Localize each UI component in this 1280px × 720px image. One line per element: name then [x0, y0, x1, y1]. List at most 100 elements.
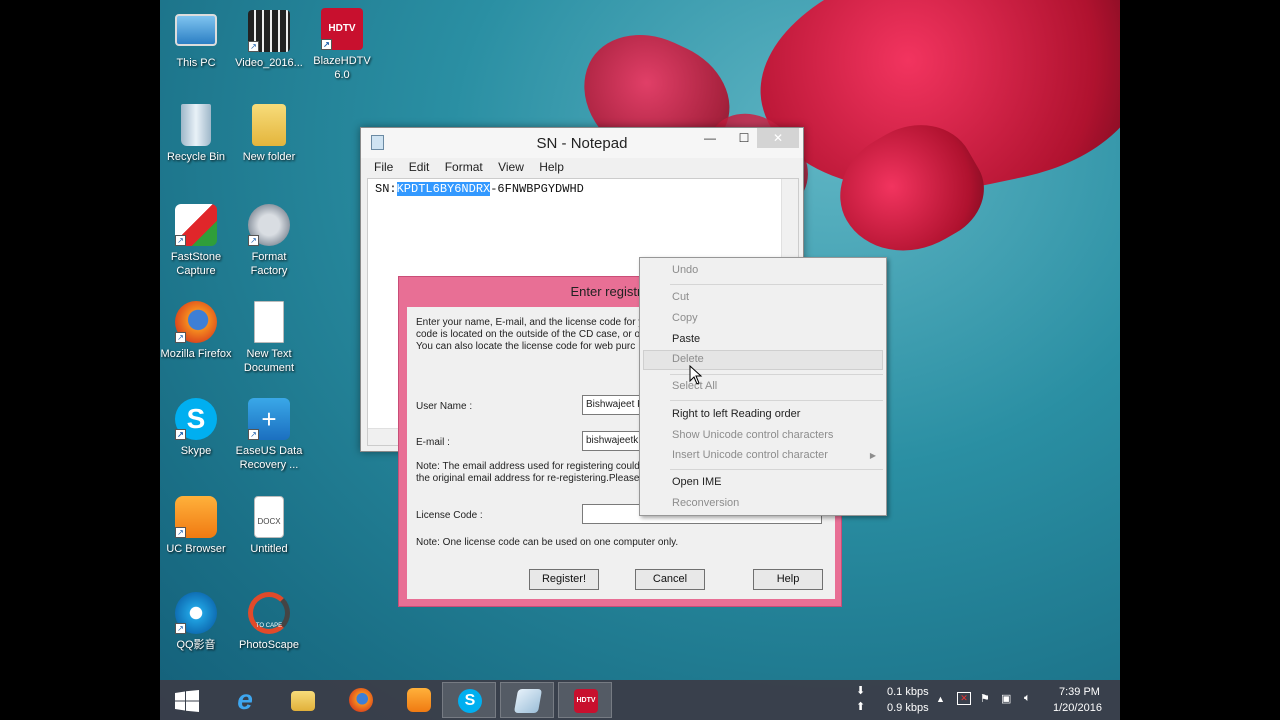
taskbar-firefox[interactable] [334, 682, 388, 718]
firefox-icon [349, 688, 373, 712]
email-label: E-mail : [416, 437, 450, 448]
menu-view[interactable]: View [498, 160, 524, 174]
desktop-icon-new-text-document[interactable]: New Text Document [232, 301, 306, 375]
docx-badge: DOCX [257, 517, 281, 526]
menu-item-right-to-left[interactable]: Right to left Reading order [672, 408, 800, 420]
close-button[interactable]: ✕ [757, 128, 799, 148]
context-menu[interactable]: Undo Cut Copy Paste Delete Select All Ri… [639, 257, 887, 516]
desktop-icon-label: Format Factory [250, 251, 288, 277]
network-down-icon: ⬇ [856, 685, 866, 697]
right-letterbox [1120, 0, 1280, 720]
left-letterbox [0, 0, 160, 720]
taskbar-blazehdtv[interactable]: HDTV [558, 682, 612, 718]
desktop-icon-label: EaseUS Data Recovery ... [235, 445, 303, 471]
hdtv-badge: HDTV [576, 697, 596, 704]
serial-number-line[interactable]: SN:KPDTL6BY6NDRX-6FNWBPGYDWHD [375, 182, 584, 196]
desktop-icon-new-folder[interactable]: New folder [232, 104, 306, 164]
taskbar-internet-explorer[interactable]: e [218, 682, 272, 718]
menu-file[interactable]: File [374, 160, 393, 174]
desktop-icon-label: UC Browser [166, 543, 226, 555]
help-button[interactable]: Help [753, 569, 823, 590]
desktop-icon-video[interactable]: ↗ Video_2016... [232, 10, 306, 70]
desktop-icon-faststone[interactable]: ↗ FastStone Capture [159, 204, 233, 278]
desktop-icon-label: New Text Document [243, 348, 295, 374]
notepad-icon [513, 689, 543, 713]
desktop-icon-untitled[interactable]: DOCX Untitled [232, 496, 306, 556]
uc-browser-icon [407, 688, 431, 712]
shortcut-arrow-icon: ↗ [175, 332, 186, 343]
shortcut-arrow-icon: ↗ [175, 623, 186, 634]
license-code-label: License Code : [416, 510, 483, 521]
serial-prefix: SN: [375, 182, 397, 196]
folder-icon [291, 691, 315, 711]
menu-item-show-unicode[interactable]: Show Unicode control characters [672, 429, 833, 441]
show-hidden-icons-button[interactable]: ▲ [936, 694, 945, 704]
shortcut-arrow-icon: ↗ [248, 429, 259, 440]
menu-help[interactable]: Help [539, 160, 564, 174]
security-alert-icon[interactable]: ✕ [957, 692, 971, 705]
taskbar-file-explorer[interactable] [276, 682, 330, 718]
hdtv-icon: HDTV ↗ [321, 8, 363, 50]
shortcut-arrow-icon: ↗ [175, 235, 186, 246]
hdtv-badge: HDTV [328, 23, 356, 34]
cancel-button[interactable]: Cancel [635, 569, 705, 590]
network-up-icon: ⬆ [856, 701, 866, 713]
desktop-icon-uc-browser[interactable]: ↗ UC Browser [159, 496, 233, 556]
serial-suffix: -6FNWBPGYDWHD [490, 182, 584, 196]
photoscape-badge: TO CAPE [255, 623, 283, 629]
start-button[interactable] [160, 682, 214, 718]
easeus-icon: + ↗ [248, 398, 290, 440]
menu-item-undo[interactable]: Undo [672, 264, 698, 276]
desktop-icon-label: QQ影音 [176, 639, 216, 651]
menu-separator [670, 284, 883, 285]
uc-browser-icon: ↗ [175, 496, 217, 538]
hdtv-icon: HDTV [574, 689, 598, 713]
video-file-icon: ↗ [248, 10, 290, 52]
mouse-cursor-icon [689, 365, 703, 385]
desktop-icon-format-factory[interactable]: ↗ Format Factory [232, 204, 306, 278]
desktop-icon-photoscape[interactable]: TO CAPE PhotoScape [232, 592, 306, 652]
maximize-button[interactable]: ☐ [731, 128, 757, 148]
register-button[interactable]: Register! [529, 569, 599, 590]
menu-separator [670, 400, 883, 401]
desktop-icon-qq-player[interactable]: ↗ QQ影音 [159, 592, 233, 652]
desktop-icon-this-pc[interactable]: This PC [159, 10, 233, 70]
desktop-icon-label: This PC [176, 57, 216, 69]
selected-text[interactable]: KPDTL6BY6NDRX [396, 182, 491, 196]
skype-icon: S ↗ [175, 398, 217, 440]
menu-item-reconversion[interactable]: Reconversion [672, 497, 739, 509]
action-center-flag-icon[interactable]: ⚑ [980, 692, 990, 705]
menu-format[interactable]: Format [445, 160, 483, 174]
clock-time[interactable]: 7:39 PM [1059, 686, 1100, 698]
network-status-icon[interactable]: ▣ [1001, 692, 1011, 705]
taskbar-uc-browser[interactable] [392, 682, 446, 718]
notepad-titlebar[interactable]: SN - Notepad — ☐ ✕ [361, 128, 803, 158]
menu-item-delete[interactable]: Delete [672, 353, 704, 365]
user-name-label: User Name : [416, 401, 473, 412]
skype-icon: S [458, 689, 482, 713]
menu-item-paste[interactable]: Paste [672, 333, 700, 345]
taskbar-skype[interactable]: S [442, 682, 496, 718]
volume-icon[interactable]: 🔈︎ [1024, 692, 1031, 705]
desktop-icon-skype[interactable]: S ↗ Skype [159, 398, 233, 458]
desktop-icon-blazehdtv[interactable]: HDTV ↗ BlazeHDTV 6.0 [305, 8, 379, 82]
shortcut-arrow-icon: ↗ [175, 429, 186, 440]
taskbar: e S HDTV ⬇ ⬆ 0.1 kbps 0.9 kbps ▲ ✕ ⚑ ▣ 🔈… [160, 680, 1120, 720]
menu-edit[interactable]: Edit [409, 160, 430, 174]
faststone-icon: ↗ [175, 204, 217, 246]
menu-item-copy[interactable]: Copy [672, 312, 698, 324]
desktop-icon-firefox[interactable]: ↗ Mozilla Firefox [159, 301, 233, 361]
minimize-button[interactable]: — [697, 128, 723, 148]
network-upload-speed: 0.9 kbps [887, 702, 929, 714]
clock-date[interactable]: 1/20/2016 [1053, 702, 1102, 714]
desktop-icon-recycle-bin[interactable]: Recycle Bin [159, 104, 233, 164]
desktop-icon-easeus[interactable]: + ↗ EaseUS Data Recovery ... [232, 398, 306, 472]
menu-item-open-ime[interactable]: Open IME [672, 476, 722, 488]
menu-item-cut[interactable]: Cut [672, 291, 689, 303]
desktop-icon-label: BlazeHDTV 6.0 [313, 55, 371, 81]
menu-item-insert-unicode[interactable]: Insert Unicode control character [672, 449, 828, 461]
taskbar-notepad[interactable] [500, 682, 554, 718]
registration-intro: Enter your name, E-mail, and the license… [416, 317, 643, 352]
shortcut-arrow-icon: ↗ [248, 41, 259, 52]
desktop-icon-label: Recycle Bin [166, 151, 226, 163]
